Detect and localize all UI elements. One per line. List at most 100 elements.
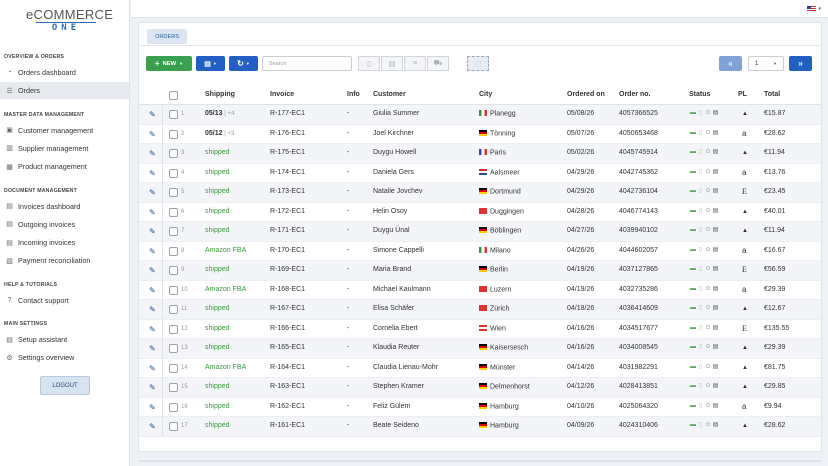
sidebar-item-payment-reconciliation[interactable]: ▧ Payment reconciliation: [0, 252, 129, 269]
settings-status-icon[interactable]: ✿: [705, 266, 711, 273]
pick-list-icon[interactable]: ≡: [404, 56, 426, 71]
document-status-icon[interactable]: ▤: [713, 149, 719, 156]
table-row[interactable]: ✎ 14 Amazon FBA R-164-EC1 - Claudia Lien…: [139, 358, 821, 378]
document-status-icon[interactable]: ▤: [713, 110, 719, 117]
table-row[interactable]: ✎ 16 shipped R-162-EC1 - Feliz Gülem Ham…: [139, 397, 821, 417]
order-no-cell[interactable]: 4036414609: [619, 305, 658, 312]
order-no-cell[interactable]: 4045745914: [619, 149, 658, 156]
payment-status-icon[interactable]: ▬: [690, 344, 696, 351]
invoice-status-icon[interactable]: ▯: [698, 286, 704, 293]
customer-cell[interactable]: Duygu Howell: [373, 149, 416, 156]
table-row[interactable]: ✎ 2 05/12 | +3 R-176-EC1 - Joel Kirchner…: [139, 124, 821, 144]
invoice-action-icon[interactable]: ▤: [381, 56, 403, 71]
payment-status-icon[interactable]: ▬: [690, 149, 696, 156]
invoice-cell[interactable]: R-169-EC1: [270, 266, 305, 273]
table-row[interactable]: ✎ 10 Amazon FBA R-168-EC1 - Michael Kaul…: [139, 280, 821, 300]
tab-orders[interactable]: ORDERS: [147, 29, 187, 44]
row-checkbox[interactable]: [169, 266, 178, 275]
row-checkbox[interactable]: [169, 246, 178, 256]
settings-status-icon[interactable]: ✿: [705, 169, 711, 176]
sidebar-item-orders[interactable]: ☰ Orders: [0, 82, 129, 100]
row-checkbox[interactable]: [169, 285, 178, 295]
row-checkbox[interactable]: [169, 129, 178, 139]
document-status-icon[interactable]: ▤: [713, 403, 719, 410]
customer-cell[interactable]: Beate Seideno: [373, 422, 419, 429]
payment-status-icon[interactable]: ▬: [690, 227, 696, 234]
invoice-status-icon[interactable]: ▯: [698, 169, 704, 176]
edit-pencil-icon[interactable]: ✎: [149, 383, 157, 392]
invoice-status-icon[interactable]: ▯: [698, 305, 704, 312]
customer-cell[interactable]: Duygu Ünal: [373, 227, 410, 234]
invoice-cell[interactable]: R-176-EC1: [270, 130, 305, 137]
settings-status-icon[interactable]: ✿: [705, 344, 711, 351]
customer-cell[interactable]: Joel Kirchner: [373, 130, 414, 137]
col-total[interactable]: Total: [764, 91, 780, 98]
order-no-cell[interactable]: 4042736104: [619, 188, 658, 195]
table-row[interactable]: ✎ 11 shipped R-167-EC1 - Elisa Schäfer Z…: [139, 300, 821, 320]
invoice-cell[interactable]: R-166-EC1: [270, 325, 305, 332]
col-ordered-on[interactable]: Ordered on: [567, 91, 605, 98]
col-info[interactable]: Info: [347, 91, 360, 98]
settings-status-icon[interactable]: ✿: [705, 403, 711, 410]
invoice-status-icon[interactable]: ▯: [698, 130, 704, 137]
row-checkbox[interactable]: [169, 305, 178, 314]
payment-status-icon[interactable]: ▬: [690, 188, 696, 195]
row-checkbox[interactable]: [169, 110, 178, 119]
invoice-status-icon[interactable]: ▯: [698, 208, 704, 215]
settings-status-icon[interactable]: ✿: [705, 286, 711, 293]
select-all-icon[interactable]: ⬚: [467, 56, 489, 71]
app-logo[interactable]: eCOMMERCE ONE: [26, 8, 113, 34]
invoice-cell[interactable]: R-161-EC1: [270, 422, 305, 429]
edit-pencil-icon[interactable]: ✎: [149, 422, 157, 431]
settings-status-icon[interactable]: ✿: [705, 383, 711, 390]
payment-status-icon[interactable]: ▬: [690, 169, 696, 176]
row-checkbox[interactable]: [169, 149, 178, 158]
document-status-icon[interactable]: ▤: [713, 130, 719, 137]
settings-status-icon[interactable]: ✿: [705, 149, 711, 156]
order-no-cell[interactable]: 4034517677: [619, 325, 658, 332]
edit-pencil-icon[interactable]: ✎: [149, 130, 157, 139]
edit-pencil-icon[interactable]: ✎: [149, 227, 157, 236]
customer-cell[interactable]: Daniela Gers: [373, 169, 414, 176]
settings-status-icon[interactable]: ✿: [705, 325, 711, 332]
edit-pencil-icon[interactable]: ✎: [149, 364, 157, 373]
sidebar-item-outgoing-invoices[interactable]: ▤ Outgoing invoices: [0, 216, 129, 233]
table-row[interactable]: ✎ 8 Amazon FBA R-170-EC1 - Simone Cappel…: [139, 241, 821, 261]
invoice-cell[interactable]: R-165-EC1: [270, 344, 305, 351]
payment-status-icon[interactable]: ▬: [690, 422, 696, 429]
payment-status-icon[interactable]: ▬: [690, 208, 696, 215]
order-no-cell[interactable]: 4037127865: [619, 266, 658, 273]
invoice-cell[interactable]: R-168-EC1: [270, 286, 305, 293]
calendar-view-button[interactable]: ▤ ▼: [196, 56, 225, 71]
refresh-button[interactable]: ↻ ▼: [229, 56, 258, 71]
settings-status-icon[interactable]: ✿: [705, 422, 711, 429]
document-status-icon[interactable]: ▤: [713, 305, 719, 312]
invoice-cell[interactable]: R-174-EC1: [270, 169, 305, 176]
invoice-cell[interactable]: R-163-EC1: [270, 383, 305, 390]
edit-pencil-icon[interactable]: ✎: [149, 403, 157, 412]
sidebar-item-product-management[interactable]: ▦ Product management: [0, 158, 129, 175]
row-checkbox[interactable]: [169, 168, 178, 178]
invoice-cell[interactable]: R-164-EC1: [270, 364, 305, 371]
row-checkbox[interactable]: [169, 363, 178, 373]
edit-pencil-icon[interactable]: ✎: [149, 305, 157, 314]
edit-pencil-icon[interactable]: ✎: [149, 149, 157, 158]
customer-cell[interactable]: Claudia Lienau-Mohr: [373, 364, 438, 371]
payment-status-icon[interactable]: ▬: [690, 110, 696, 117]
table-row[interactable]: ✎ 15 shipped R-163-EC1 - Stephen Kramer …: [139, 378, 821, 398]
customer-cell[interactable]: Maria Brand: [373, 266, 411, 273]
document-status-icon[interactable]: ▤: [713, 247, 719, 254]
settings-status-icon[interactable]: ✿: [705, 130, 711, 137]
edit-pencil-icon[interactable]: ✎: [149, 286, 157, 295]
edit-pencil-icon[interactable]: ✎: [149, 266, 157, 275]
table-row[interactable]: ✎ 6 shipped R-172-EC1 - Helin Osoy Duggi…: [139, 202, 821, 222]
invoice-status-icon[interactable]: ▯: [698, 149, 704, 156]
row-checkbox[interactable]: [169, 422, 178, 431]
invoice-cell[interactable]: R-172-EC1: [270, 208, 305, 215]
logout-button[interactable]: LOGOUT: [40, 376, 90, 395]
table-row[interactable]: ✎ 9 shipped R-169-EC1 - Maria Brand Berl…: [139, 261, 821, 281]
customer-cell[interactable]: Giulia Summer: [373, 110, 419, 117]
document-status-icon[interactable]: ▤: [713, 286, 719, 293]
table-row[interactable]: ✎ 12 shipped R-166-EC1 - Cornelia Ebert …: [139, 319, 821, 339]
payment-status-icon[interactable]: ▬: [690, 325, 696, 332]
